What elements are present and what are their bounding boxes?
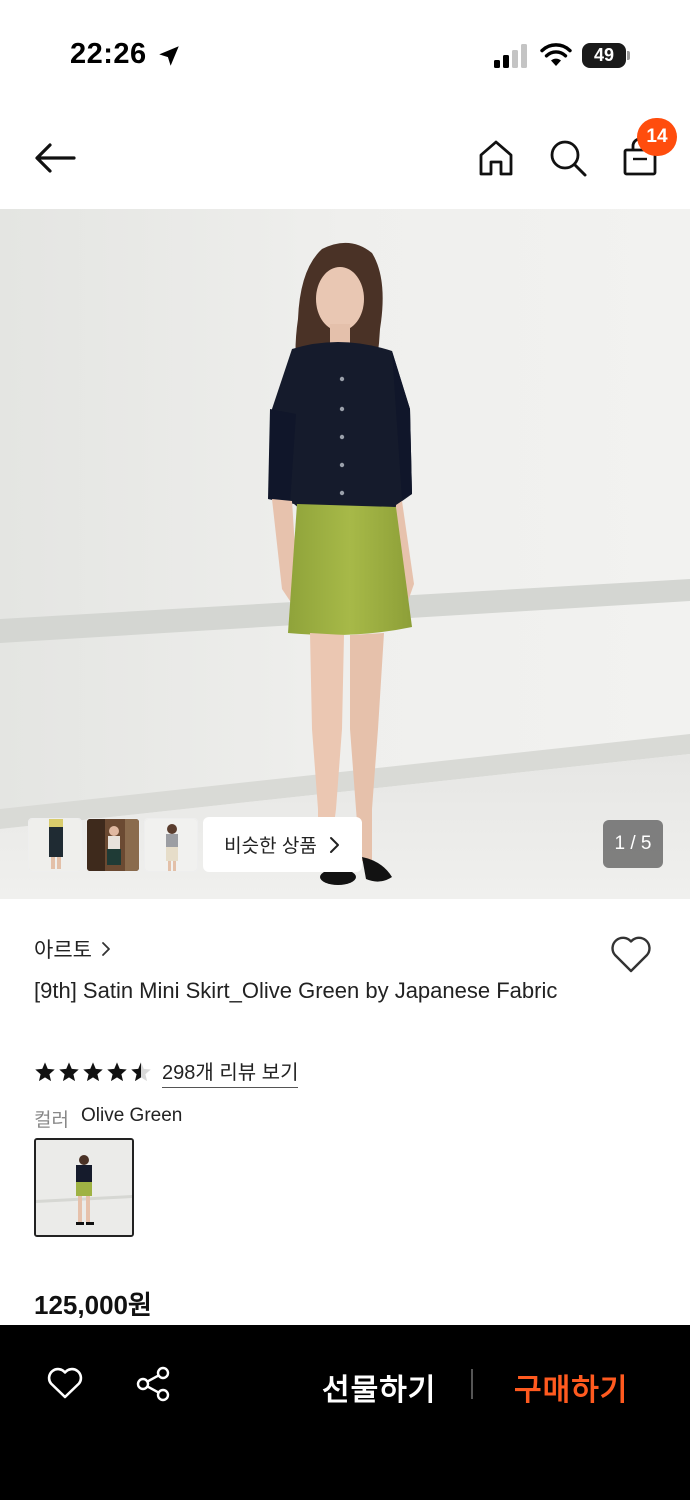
location-arrow-icon [159, 46, 179, 66]
color-row: 컬러 Olive Green [34, 1105, 182, 1132]
signal-icon [494, 44, 527, 68]
star-half-icon [131, 1062, 151, 1082]
star-icon [59, 1062, 79, 1082]
star-icon [83, 1062, 103, 1082]
status-time: 22:26 [70, 38, 147, 70]
brand-name: 아르토 [34, 939, 92, 962]
heart-icon[interactable] [46, 1365, 84, 1401]
color-label: 컬러 [34, 1110, 69, 1131]
search-icon[interactable] [546, 136, 590, 180]
home-icon[interactable] [474, 136, 518, 180]
battery-level: 49 [593, 45, 615, 65]
product-image[interactable] [0, 209, 690, 899]
gift-button[interactable]: 선물하기 [322, 1365, 436, 1409]
bottom-action-bar: 선물하기 구매하기 [0, 1325, 690, 1500]
gallery-thumbnail[interactable] [144, 818, 198, 872]
image-page-indicator: 1 / 5 [603, 820, 663, 868]
star-icon [107, 1062, 127, 1082]
gallery-thumbnail[interactable] [28, 818, 82, 872]
wifi-icon [540, 43, 572, 66]
buy-button[interactable]: 구매하기 [514, 1365, 628, 1409]
product-price: 125,000원 [34, 1290, 152, 1320]
star-icon [35, 1062, 55, 1082]
color-value: Olive Green [80, 1105, 183, 1126]
product-photo [0, 209, 690, 899]
status-bar: 22:26 49 [0, 0, 690, 110]
cart-count-badge: 14 [637, 118, 677, 156]
color-option-swatch[interactable] [34, 1138, 134, 1237]
star-rating [34, 1061, 152, 1083]
top-nav-bar [0, 110, 690, 208]
back-arrow-icon[interactable] [30, 138, 78, 178]
heart-icon[interactable] [608, 932, 654, 976]
battery-icon: 49 [582, 43, 630, 68]
chevron-right-icon [329, 836, 339, 853]
rating-row: 298개 리뷰 보기 [34, 1056, 299, 1088]
chevron-right-icon [102, 942, 110, 956]
product-title: [9th] Satin Mini Skirt_Olive Green by Ja… [34, 978, 558, 1003]
brand-link[interactable]: 아르토 [34, 934, 112, 964]
share-icon[interactable] [134, 1365, 172, 1403]
similar-products-button[interactable]: 비슷한 상품 [203, 817, 362, 872]
divider [471, 1369, 473, 1399]
reviews-link[interactable]: 298개 리뷰 보기 [162, 1056, 299, 1088]
gallery-thumbnail[interactable] [86, 818, 140, 872]
similar-products-label: 비슷한 상품 [224, 836, 317, 857]
